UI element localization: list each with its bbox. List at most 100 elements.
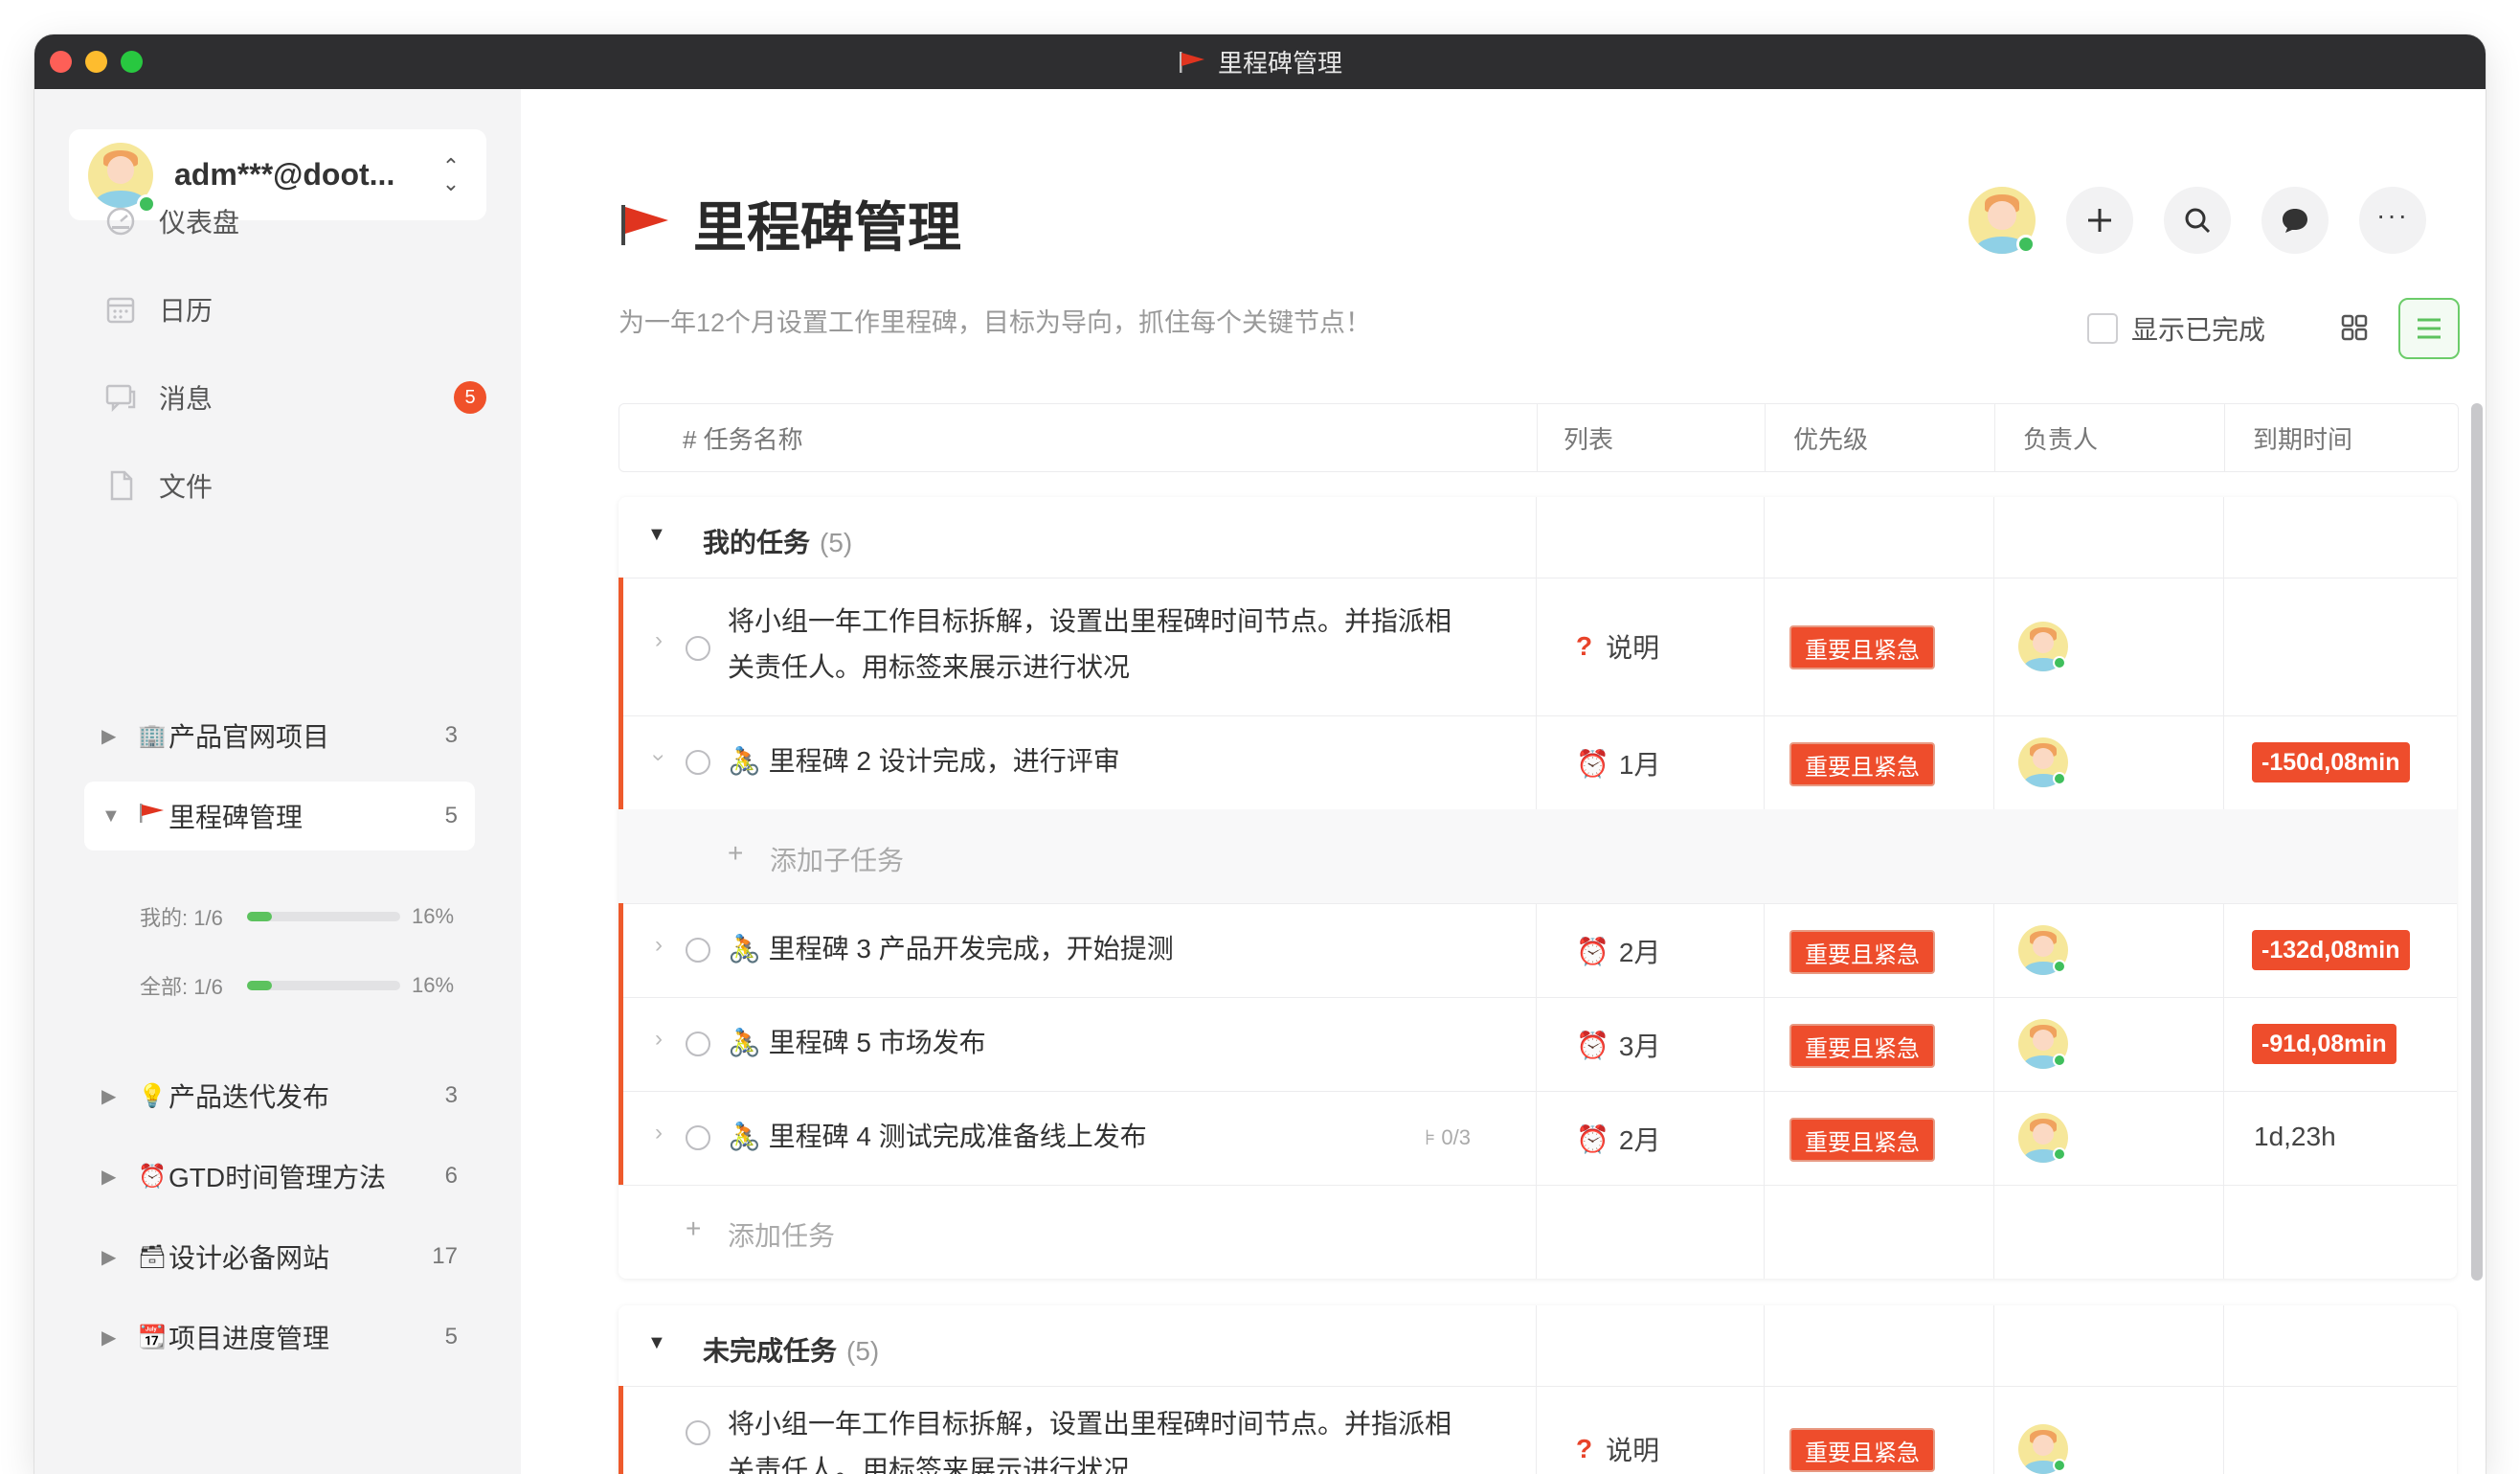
column-header-owner[interactable]: 负责人: [2023, 404, 2098, 471]
nav-files[interactable]: 文件: [103, 457, 486, 514]
window-title: 里程碑管理: [1217, 49, 1342, 78]
progress-percent: 16%: [412, 904, 455, 928]
task-name[interactable]: 🚴 里程碑 5 市场发布: [728, 1020, 986, 1066]
priority-tag[interactable]: 重要且紧急: [1789, 1118, 1935, 1162]
priority-tag[interactable]: 重要且紧急: [1789, 625, 1935, 669]
collapse-triangle-icon[interactable]: ▼: [101, 805, 123, 828]
task-list[interactable]: ⏰ 2月: [1576, 1120, 1660, 1158]
priority-tag[interactable]: 重要且紧急: [1789, 930, 1935, 974]
task-row[interactable]: › 🚴 里程碑 4 测试完成准备线上发布 ⊧ 0/3 ⏰ 2月 重要且紧急 1d,…: [619, 1091, 2457, 1186]
chevron-right-icon[interactable]: ›: [655, 1120, 663, 1146]
owner-avatar[interactable]: [2018, 1424, 2068, 1474]
task-complete-radio[interactable]: [686, 1032, 710, 1056]
expand-triangle-icon[interactable]: ▶: [101, 724, 123, 748]
nav-dashboard[interactable]: 仪表盘: [103, 193, 486, 250]
due-overdue[interactable]: -150d,08min: [2252, 742, 2410, 782]
group-header[interactable]: ▼ 未完成任务 (5): [619, 1305, 2457, 1387]
task-name[interactable]: 将小组一年工作目标拆解，设置出里程碑时间节点。并指派相 关责任人。用标签来展示进…: [728, 1401, 1451, 1474]
project-item-active[interactable]: ▼ 里程碑管理 5: [84, 782, 475, 850]
column-header-name[interactable]: # 任务名称: [683, 404, 803, 471]
priority-tag[interactable]: 重要且紧急: [1789, 1024, 1935, 1068]
nav-label: 仪表盘: [159, 208, 240, 238]
account-name: adm***@doot...: [174, 157, 395, 192]
task-list[interactable]: ? 说明: [1576, 627, 1659, 666]
task-name[interactable]: 🚴 里程碑 4 测试完成准备线上发布: [728, 1114, 1147, 1160]
owner-avatar[interactable]: [2018, 737, 2068, 787]
show-completed-toggle[interactable]: 显示已完成: [2087, 309, 2265, 348]
chevron-right-icon[interactable]: ›: [655, 932, 663, 959]
maximize-window-button[interactable]: [121, 51, 143, 73]
expand-triangle-icon[interactable]: ▶: [101, 1245, 123, 1269]
project-item[interactable]: ▶ 🏢 产品官网项目 3: [84, 701, 475, 770]
priority-tag[interactable]: 重要且紧急: [1789, 1428, 1935, 1472]
due-date[interactable]: 1d,23h: [2254, 1122, 2336, 1152]
task-row[interactable]: › 🚴 里程碑 3 产品开发完成，开始提测 ⏰ 2月 重要且紧急 -132d,08…: [619, 903, 2457, 998]
priority-tag[interactable]: 重要且紧急: [1789, 742, 1935, 786]
plus-icon: [2088, 209, 2111, 232]
task-complete-radio[interactable]: [686, 1420, 710, 1445]
add-subtask-row[interactable]: + 添加子任务: [619, 809, 2457, 904]
add-task-row[interactable]: + 添加任务: [619, 1185, 2457, 1279]
task-list[interactable]: ? 说明: [1576, 1430, 1659, 1468]
project-item[interactable]: ▶ ⏰ GTD时间管理方法 6: [84, 1142, 475, 1211]
project-item[interactable]: ▶ 📆 项目进度管理 5: [84, 1303, 475, 1372]
owner-avatar[interactable]: [2018, 925, 2068, 975]
add-subtask-label[interactable]: 添加子任务: [770, 840, 904, 878]
project-item[interactable]: ▶ 🗃 设计必备网站 17: [84, 1222, 475, 1291]
building-icon: 🏢: [138, 722, 167, 749]
column-header-list[interactable]: 列表: [1564, 404, 1613, 471]
more-button[interactable]: ···: [2359, 187, 2426, 254]
minimize-window-button[interactable]: [85, 51, 107, 73]
member-avatar[interactable]: [1969, 187, 2036, 254]
scrollbar[interactable]: [2471, 403, 2483, 1281]
column-header-due[interactable]: 到期时间: [2253, 404, 2352, 471]
chevron-down-icon[interactable]: ›: [645, 754, 672, 761]
column-header-priority[interactable]: 优先级: [1793, 404, 1868, 471]
owner-avatar[interactable]: [2018, 1019, 2068, 1069]
task-complete-radio[interactable]: [686, 1125, 710, 1150]
task-complete-radio[interactable]: [686, 938, 710, 963]
task-list[interactable]: ⏰ 3月: [1576, 1026, 1660, 1064]
add-button[interactable]: [2066, 187, 2133, 254]
app-window: 里程碑管理 adm***@doot... ⌃ ⌄ 仪表盘 日历 消息 5 文件 …: [34, 34, 2486, 1474]
task-complete-radio[interactable]: [686, 636, 710, 661]
window-controls: [50, 51, 143, 73]
task-row[interactable]: › 🚴 里程碑 5 市场发布 ⏰ 3月 重要且紧急 -91d,08min: [619, 997, 2457, 1092]
task-name[interactable]: 将小组一年工作目标拆解，设置出里程碑时间节点。并指派相 关责任人。用标签来展示进…: [728, 599, 1451, 691]
task-list[interactable]: ⏰ 2月: [1576, 932, 1660, 970]
owner-avatar[interactable]: [2018, 622, 2068, 671]
calendar-icon: [103, 292, 138, 327]
collapse-triangle-icon[interactable]: ▼: [647, 1332, 666, 1354]
due-overdue[interactable]: -91d,08min: [2252, 1024, 2396, 1064]
expand-triangle-icon[interactable]: ▶: [101, 1084, 123, 1108]
group-header[interactable]: ▼ 我的任务 (5): [619, 497, 2457, 578]
project-item[interactable]: ▶ 💡 产品迭代发布 3: [84, 1061, 475, 1130]
nav-calendar[interactable]: 日历: [103, 281, 486, 338]
task-row[interactable]: 将小组一年工作目标拆解，设置出里程碑时间节点。并指派相 关责任人。用标签来展示进…: [619, 1386, 2457, 1474]
list-view-button[interactable]: [2398, 298, 2460, 359]
alarm-clock-icon: ⏰: [1576, 748, 1609, 779]
chevron-right-icon[interactable]: ›: [655, 627, 663, 654]
task-row[interactable]: › 将小组一年工作目标拆解，设置出里程碑时间节点。并指派相 关责任人。用标签来展…: [619, 578, 2457, 716]
owner-avatar[interactable]: [2018, 1113, 2068, 1163]
grid-view-button[interactable]: [2325, 298, 2384, 357]
due-overdue[interactable]: -132d,08min: [2252, 930, 2410, 970]
collapse-triangle-icon[interactable]: ▼: [647, 524, 666, 546]
show-completed-checkbox[interactable]: [2087, 313, 2118, 344]
task-complete-radio[interactable]: [686, 750, 710, 775]
close-window-button[interactable]: [50, 51, 72, 73]
chevron-updown-icon[interactable]: ⌃ ⌄: [437, 155, 465, 193]
chevron-right-icon[interactable]: ›: [655, 1026, 663, 1053]
task-name[interactable]: 🚴 里程碑 3 产品开发完成，开始提测: [728, 926, 1174, 972]
task-list[interactable]: ⏰ 1月: [1576, 744, 1660, 782]
task-row[interactable]: › 🚴 里程碑 2 设计完成，进行评审 ⏰ 1月 重要且紧急 -150d,08mi…: [619, 715, 2457, 810]
expand-triangle-icon[interactable]: ▶: [101, 1165, 123, 1189]
task-name[interactable]: 🚴 里程碑 2 设计完成，进行评审: [728, 738, 1120, 784]
sidebar: adm***@doot... ⌃ ⌄ 仪表盘 日历 消息 5 文件 ▶ 🏢 产品…: [34, 89, 521, 1474]
comments-button[interactable]: [2261, 187, 2329, 254]
search-button[interactable]: [2164, 187, 2231, 254]
add-task-label[interactable]: 添加任务: [728, 1215, 835, 1254]
expand-triangle-icon[interactable]: ▶: [101, 1326, 123, 1349]
project-label: 项目进度管理: [169, 1324, 330, 1353]
nav-messages[interactable]: 消息 5: [103, 369, 486, 426]
